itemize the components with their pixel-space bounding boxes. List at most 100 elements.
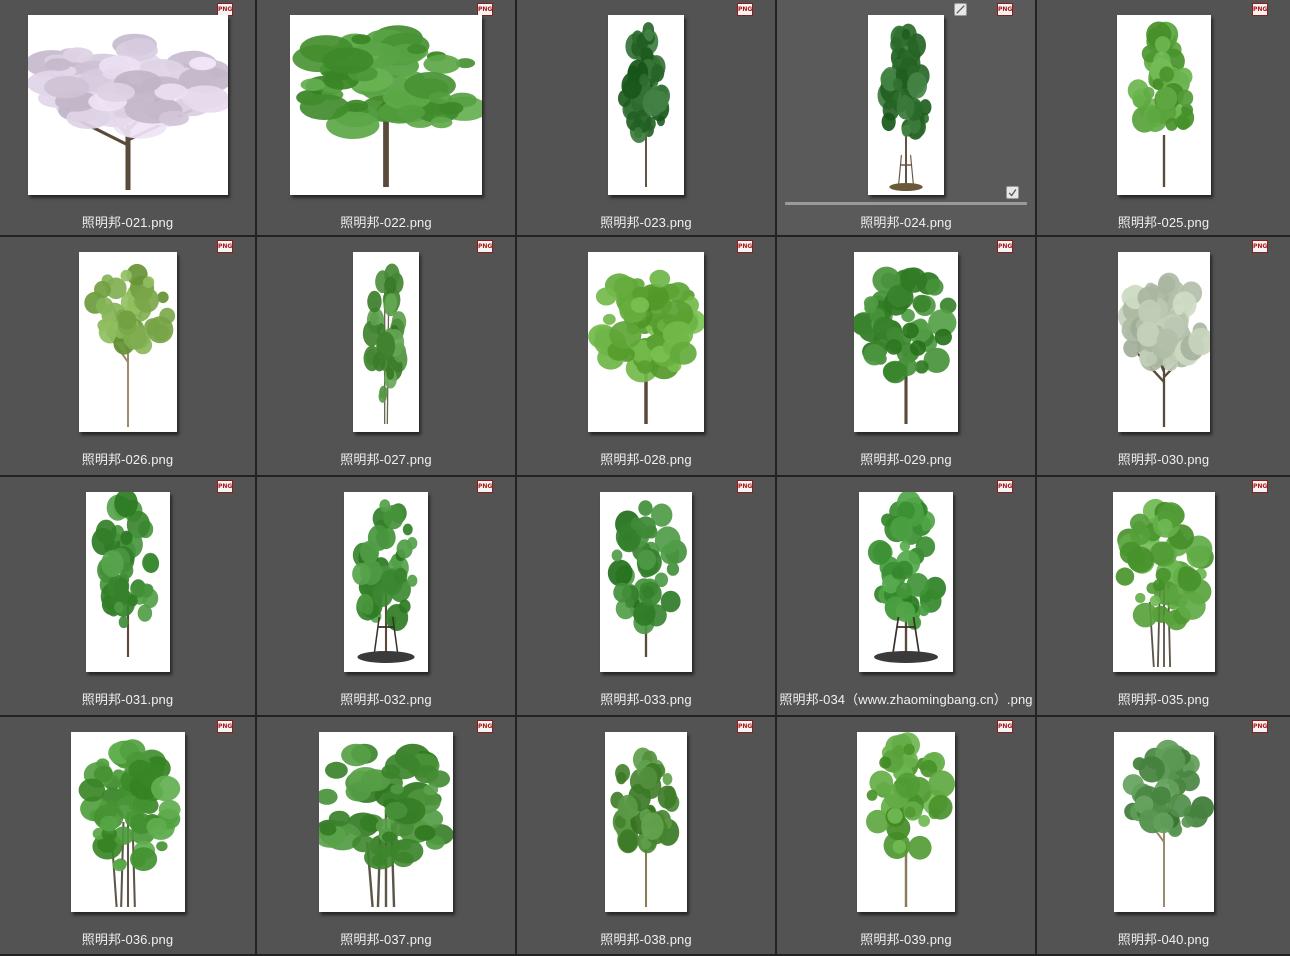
- thumbnail-image[interactable]: [1117, 252, 1210, 432]
- thumbnail-image[interactable]: [27, 15, 228, 195]
- thumbnail-image[interactable]: [290, 15, 482, 195]
- thumbnail-image[interactable]: [588, 252, 704, 432]
- thumbnail-item[interactable]: PNG 照明邦-027.png: [257, 237, 515, 475]
- thumbnail-item[interactable]: PNG 照明邦-022.png: [257, 0, 515, 235]
- file-name-label: 照明邦-029.png: [860, 452, 952, 467]
- png-file-icon: PNG: [1252, 240, 1268, 253]
- file-name-label: 照明邦-025.png: [1117, 215, 1210, 230]
- thumbnail-image[interactable]: [85, 492, 170, 672]
- checkbox-check-icon[interactable]: [1006, 186, 1019, 199]
- thumbnail-item[interactable]: PNG 照明邦-029.png: [777, 237, 1035, 475]
- file-name-label: 照明邦-026.png: [81, 452, 174, 467]
- png-file-icon: PNG: [477, 720, 493, 733]
- tree-image: [610, 747, 680, 907]
- file-name-label: 照明邦-034（www.zhaomingbang.cn）.png: [779, 692, 1033, 707]
- thumbnail-item[interactable]: PNG 照明邦-026.png: [0, 237, 255, 475]
- thumbnail-item[interactable]: PNG 照明邦-025.png: [1037, 0, 1290, 235]
- no-preview-icon[interactable]: [954, 3, 967, 16]
- thumbnail-item[interactable]: PNG 照明邦-023.png: [517, 0, 775, 235]
- thumbnail-item[interactable]: PNG 照明邦-033.png: [517, 477, 775, 715]
- thumbnail-image[interactable]: [857, 732, 955, 912]
- thumbnail-item[interactable]: PNG 照明邦-024.png: [777, 0, 1035, 235]
- png-file-icon: PNG: [737, 720, 753, 733]
- thumbnail-image[interactable]: [353, 252, 419, 432]
- thumbnail-image[interactable]: [344, 492, 428, 672]
- file-name-label: 照明邦-022.png: [340, 215, 432, 230]
- tree-image: [352, 499, 418, 663]
- thumbnail-item[interactable]: PNG 照明邦-030.png: [1037, 237, 1290, 475]
- png-file-icon: PNG: [1252, 480, 1268, 493]
- tree-image: [877, 23, 932, 191]
- tree-image: [607, 500, 687, 657]
- png-file-icon: PNG: [217, 240, 233, 253]
- tree-image: [83, 263, 175, 427]
- tree-image: [1122, 739, 1214, 907]
- png-file-icon: PNG: [737, 240, 753, 253]
- png-file-icon: PNG: [997, 240, 1013, 253]
- thumbnail-image[interactable]: [1116, 15, 1211, 195]
- tree-image: [27, 33, 228, 190]
- file-name-label: 照明邦-038.png: [600, 932, 692, 947]
- thumbnail-image[interactable]: [854, 252, 958, 432]
- tree-image: [866, 732, 955, 907]
- file-name-label: 照明邦-039.png: [860, 932, 952, 947]
- tree-image: [588, 269, 704, 424]
- thumbnail-item[interactable]: PNG 照明邦-037.png: [257, 717, 515, 954]
- tree-image: [1117, 272, 1210, 427]
- file-name-label: 照明邦-030.png: [1117, 452, 1210, 467]
- thumbnail-grid: PNG 照明邦-021.png PNG 照明邦-022.png PNG 照明邦-023.p…: [0, 0, 1290, 956]
- thumbnail-item[interactable]: PNG 照明邦-034（www.zhaomingbang.cn）.png: [777, 477, 1035, 715]
- thumbnail-image[interactable]: [1112, 492, 1215, 672]
- png-file-icon: PNG: [997, 3, 1013, 16]
- png-file-icon: PNG: [1252, 720, 1268, 733]
- thumbnail-item[interactable]: PNG 照明邦-038.png: [517, 717, 775, 954]
- file-name-label: 照明邦-036.png: [81, 932, 174, 947]
- file-name-label: 照明邦-032.png: [340, 692, 432, 707]
- png-file-icon: PNG: [737, 3, 753, 16]
- tree-image: [1127, 21, 1194, 187]
- tree-image: [617, 22, 671, 187]
- png-file-icon: PNG: [737, 480, 753, 493]
- load-progress-bar: [785, 202, 1027, 205]
- load-progress-fill: [785, 202, 1027, 205]
- thumbnail-item[interactable]: PNG 照明邦-040.png: [1037, 717, 1290, 954]
- thumbnail-image[interactable]: [608, 15, 684, 195]
- thumbnail-image[interactable]: [600, 492, 692, 672]
- png-file-icon: PNG: [1252, 3, 1268, 16]
- file-name-label: 照明邦-033.png: [600, 692, 692, 707]
- thumbnail-item[interactable]: PNG 照明邦-028.png: [517, 237, 775, 475]
- png-file-icon: PNG: [997, 720, 1013, 733]
- thumbnail-image[interactable]: [70, 732, 185, 912]
- tree-image: [867, 492, 947, 663]
- png-file-icon: PNG: [997, 480, 1013, 493]
- thumbnail-image[interactable]: [605, 732, 687, 912]
- thumbnail-image[interactable]: [859, 492, 953, 672]
- thumbnail-item[interactable]: PNG 照明邦-035.png: [1037, 477, 1290, 715]
- thumbnail-item[interactable]: PNG 照明邦-032.png: [257, 477, 515, 715]
- thumbnail-image[interactable]: [319, 732, 453, 912]
- tree-image: [78, 739, 181, 908]
- png-file-icon: PNG: [477, 240, 493, 253]
- thumbnail-item[interactable]: PNG 照明邦-031.png: [0, 477, 255, 715]
- file-name-label: 照明邦-027.png: [340, 452, 432, 467]
- tree-image: [91, 492, 159, 657]
- tree-image: [292, 25, 482, 187]
- png-file-icon: PNG: [217, 480, 233, 493]
- thumbnail-image[interactable]: [1113, 732, 1214, 912]
- thumbnail-item[interactable]: PNG 照明邦-039.png: [777, 717, 1035, 954]
- thumbnail-item[interactable]: PNG 照明邦-036.png: [0, 717, 255, 954]
- png-file-icon: PNG: [477, 480, 493, 493]
- tree-image: [1115, 498, 1214, 668]
- file-name-label: 照明邦-023.png: [600, 215, 692, 230]
- tree-image: [319, 743, 453, 908]
- thumbnail-image[interactable]: [868, 15, 944, 195]
- png-file-icon: PNG: [217, 720, 233, 733]
- tree-image: [854, 266, 957, 424]
- file-name-label: 照明邦-024.png: [860, 215, 952, 230]
- thumbnail-item[interactable]: PNG 照明邦-021.png: [0, 0, 255, 235]
- tree-image: [362, 263, 408, 425]
- thumbnail-image[interactable]: [78, 252, 177, 432]
- file-name-label: 照明邦-028.png: [600, 452, 692, 467]
- file-name-label: 照明邦-037.png: [340, 932, 432, 947]
- file-name-label: 照明邦-035.png: [1117, 692, 1210, 707]
